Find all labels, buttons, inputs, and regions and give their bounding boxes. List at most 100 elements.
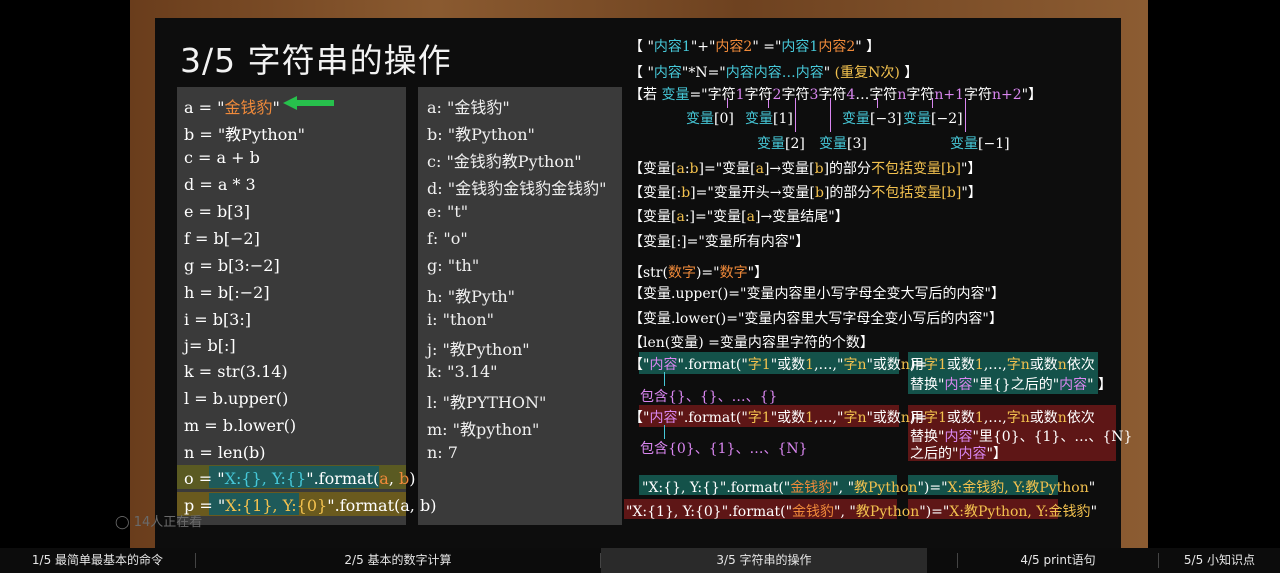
text-segment: "X:{}, Y:{}".format(" <box>642 480 791 496</box>
rule-fmt2-right-c: 之后的"内容"】 <box>910 443 1007 463</box>
rule-index-header: 【若 变量="字符1字符2字符3字符4…字符n字符n+1字符n+2"】 <box>629 84 1042 104</box>
text-segment: 【变量.lower()="变量内容里大写字母全变小写后的内容"】 <box>629 311 1003 327</box>
text-segment: X:教Python, Y:金钱豹 <box>949 504 1091 520</box>
text-segment: ", " <box>834 504 856 520</box>
text-segment: 字 <box>924 357 938 373</box>
text-segment: ".format(" <box>677 357 748 373</box>
rule-fmt1-contains: 包含{}、{}、…、{} <box>640 386 777 406</box>
text-segment: " =" <box>752 39 782 55</box>
index-label: 变量[2] <box>757 133 805 153</box>
text-segment: n <box>1057 410 1067 426</box>
text-segment: 用 <box>910 410 924 426</box>
text-segment: 或数 <box>946 410 975 426</box>
text-segment: 替换" <box>910 377 945 393</box>
text-segment: 变量 <box>950 136 978 152</box>
text-segment: 之后的" <box>910 446 959 462</box>
text-segment: 】 <box>899 65 919 81</box>
text-segment: [0] <box>714 111 734 127</box>
text-segment: …字符 <box>855 87 898 103</box>
text-segment: ]→变量结尾"】 <box>755 209 849 225</box>
text-segment: "X:{1}, Y:{0}".format(" <box>626 504 793 520</box>
rule-fmt2-right-a: 用字1或数1,…,字n或数n依次 <box>910 407 1095 427</box>
text-segment: ".format(" <box>677 410 748 426</box>
text-segment: 字 <box>747 410 762 426</box>
text-segment: n <box>1020 410 1030 426</box>
index-label: 变量[1] <box>745 108 793 128</box>
text-segment: " <box>823 65 835 81</box>
output-line: d: "金钱豹金钱豹金钱豹" <box>427 179 607 198</box>
text-segment: g = b[3:−2] <box>184 256 280 275</box>
text-segment: 1 <box>938 357 947 373</box>
tab-4[interactable]: 4/5 print语句 <box>958 548 1158 573</box>
text-segment: ", " <box>832 480 855 496</box>
text-segment: i = b[3:] <box>184 310 251 329</box>
text-segment: 内容 <box>944 377 973 393</box>
index-label: 变量[0] <box>686 108 734 128</box>
code-line: l = b.upper() <box>184 389 288 408</box>
output-line: m: "教python" <box>427 420 540 439</box>
text-segment: [3] <box>847 136 867 152</box>
text-segment: [1] <box>773 111 793 127</box>
text-segment: :]="变量[ <box>684 209 747 225</box>
text-segment: ".format( <box>306 469 380 488</box>
rule-fmt1-left: 【"内容".format("字1"或数1,…,"字n"或数n)= <box>629 354 927 374</box>
rule-concat: 【 "内容1"+"内容2" ="内容1内容2" 】 <box>629 36 880 56</box>
text-segment: [2] <box>785 136 805 152</box>
index-label: 变量[−3] <box>842 108 902 128</box>
text-segment: 内容 <box>1059 377 1088 393</box>
code-line: c = a + b <box>184 148 260 167</box>
output-line: j: "教Python" <box>427 340 530 359</box>
text-segment: 字符 <box>964 87 992 103</box>
tab-3[interactable]: 3/5 字符串的操作 <box>601 548 927 573</box>
text-segment: "】 <box>1021 87 1043 103</box>
text-segment: ,…, <box>983 410 1007 426</box>
tab-5[interactable]: 5/5 小知识点 <box>1159 548 1280 573</box>
text-segment: 内容 <box>653 65 682 81</box>
text-segment: 字符 <box>781 87 810 103</box>
rule-ex2: "X:{1}, Y:{0}".format("金钱豹", "教Python")=… <box>626 501 1097 521</box>
text-segment: 教Python <box>854 480 918 496</box>
text-segment: a <box>746 209 755 225</box>
rule-slice-a: 【变量[a:]="变量[a]→变量结尾"】 <box>629 206 849 226</box>
index-label: 变量[3] <box>819 133 867 153</box>
text-segment: 内容 <box>653 39 682 55</box>
text-segment: a <box>379 469 389 488</box>
text-segment: 教Python <box>855 504 920 520</box>
text-segment: 【变量[ <box>629 161 677 177</box>
code-line: n = len(b) <box>184 443 266 462</box>
text-segment: 字 <box>843 410 858 426</box>
text-segment: d = a * 3 <box>184 175 256 194</box>
tab-1[interactable]: 1/5 最简单最基本的命令 <box>0 548 195 573</box>
text-segment: 1 <box>805 410 815 426</box>
text-segment: 字 <box>747 357 762 373</box>
text-segment: 内容 <box>781 39 810 55</box>
text-segment: 1 <box>974 357 984 373</box>
left-arrow-icon <box>283 96 297 110</box>
output-line: k: "3.14" <box>427 362 498 381</box>
code-line: i = b[3:] <box>184 310 251 329</box>
text-segment: ,…, <box>983 357 1007 373</box>
text-segment: 变量 <box>903 111 931 127</box>
text-segment: 【" <box>629 357 650 373</box>
rule-slice-all: 【变量[:]="变量所有内容"】 <box>629 231 809 251</box>
tab-2[interactable]: 2/5 基本的数字计算 <box>196 548 600 573</box>
text-segment: 依次 <box>1066 410 1095 426</box>
text-segment: " <box>272 98 280 117</box>
rule-fmt1-right-a: 用字1或数1,…,字n或数n依次 <box>910 354 1095 374</box>
text-segment: 内容 <box>958 446 987 462</box>
text-segment: 1 <box>681 39 691 55</box>
output-line: i: "thon" <box>427 310 494 329</box>
text-segment: 金钱豹 <box>224 98 273 117</box>
text-segment: 1 <box>761 357 771 373</box>
text-segment: 金钱豹 <box>790 480 833 496</box>
text-segment: 【若 <box>629 87 662 103</box>
text-segment: 内容 <box>649 410 678 426</box>
text-segment: ")=" <box>917 480 948 496</box>
output-line: c: "金钱豹教Python" <box>427 152 582 171</box>
text-segment: 内容 <box>818 39 847 55</box>
output-line: n: 7 <box>427 443 458 462</box>
output-line: e: "t" <box>427 202 469 221</box>
text-segment: 字符 <box>744 87 773 103</box>
text-segment: 内容内容…内容 <box>725 65 824 81</box>
rule-ex1: "X:{}, Y:{}".format("金钱豹", "教Python")="X… <box>642 477 1095 497</box>
